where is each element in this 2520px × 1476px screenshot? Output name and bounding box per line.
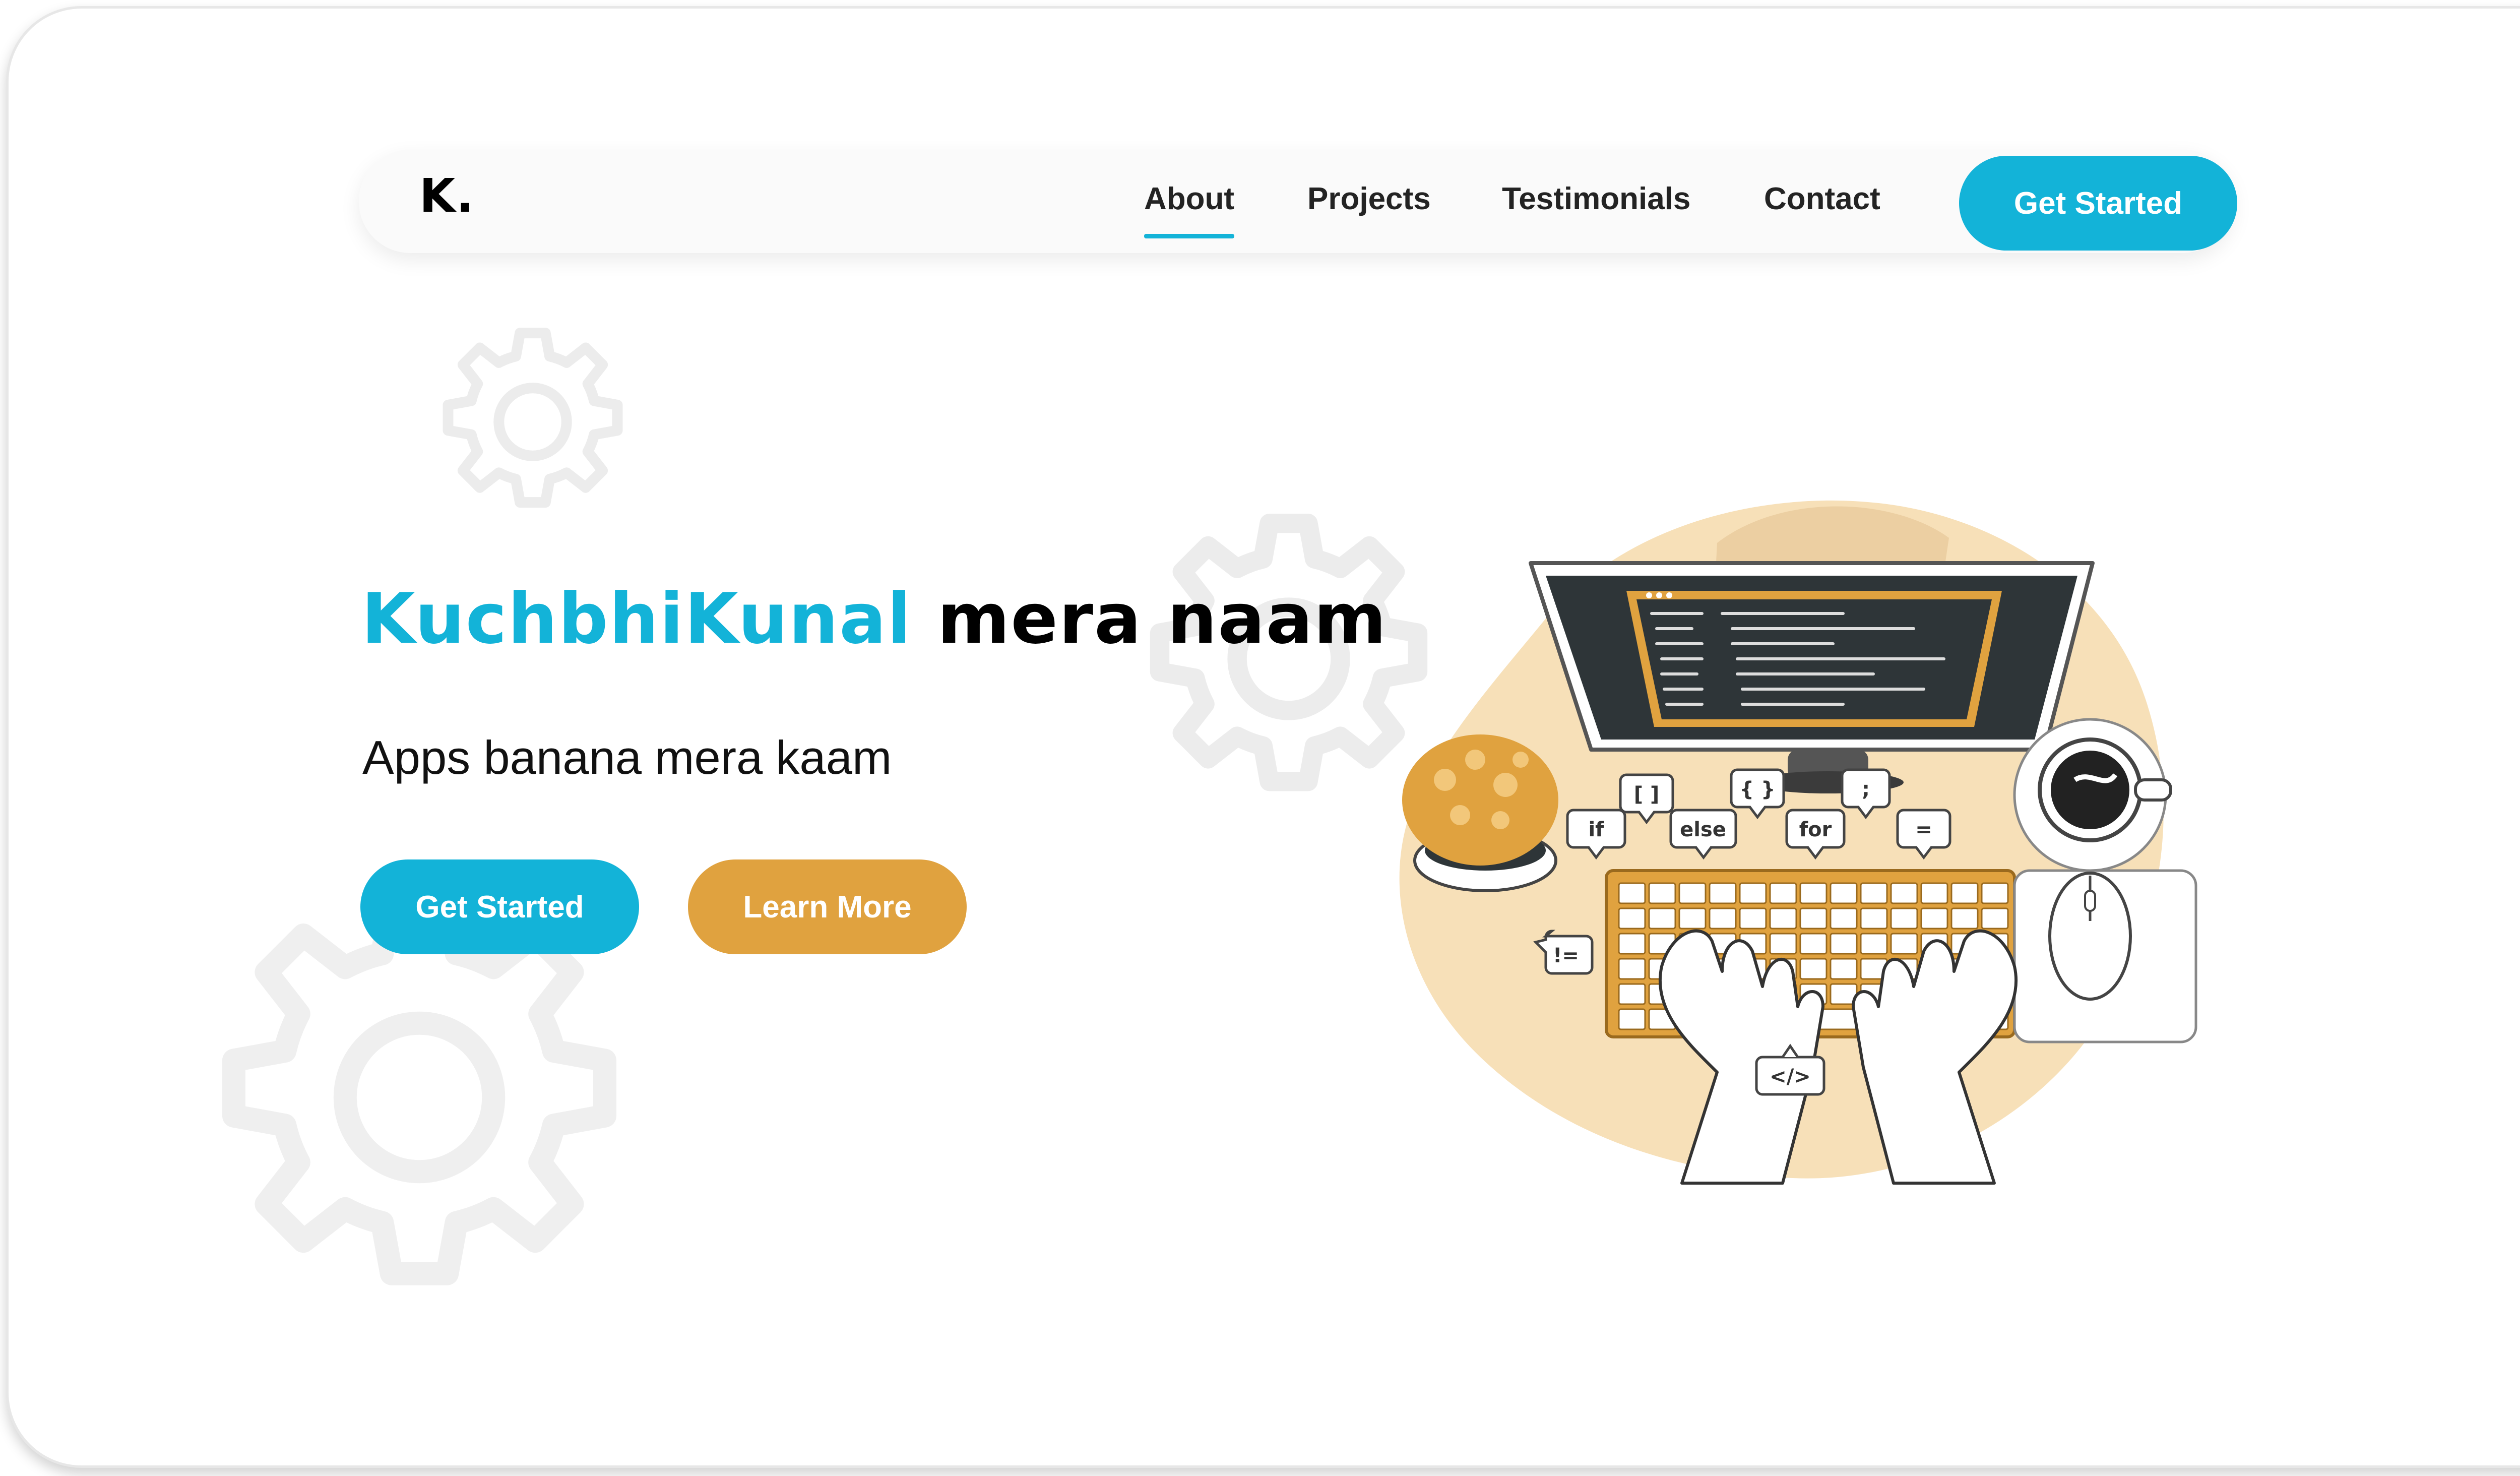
keyboard-key (1678, 882, 1707, 904)
keyboard-key (1648, 882, 1676, 904)
svg-text:else: else (1680, 818, 1726, 841)
keyboard-key (1709, 882, 1737, 904)
nav-link-label: Testimonials (1502, 181, 1691, 216)
keyboard-key (1890, 907, 1918, 930)
keyboard-key (1709, 907, 1737, 930)
keyboard-key (1950, 882, 1979, 904)
nav-get-started-button[interactable]: Get Started (1959, 156, 2237, 251)
svg-text:[ ]: [ ] (1634, 783, 1660, 806)
keyboard-key (1678, 907, 1707, 930)
keyboard-key (1860, 882, 1888, 904)
snack-bowl (1402, 734, 1558, 892)
keyboard-key (1860, 933, 1888, 955)
hero-title: KuchbhiKunal mera naam (361, 578, 1388, 659)
keyboard-key (1950, 907, 1979, 930)
keyboard-key (1769, 882, 1797, 904)
keyboard-key (1981, 907, 2009, 930)
page-frame: K. About Projects Testimonials Contact G… (6, 6, 2520, 1468)
svg-text:if: if (1588, 818, 1604, 841)
keyboard-key (1618, 1008, 1646, 1030)
active-nav-indicator (1144, 234, 1235, 238)
keyboard-key (1799, 882, 1828, 904)
keyboard-key (1799, 933, 1828, 955)
learn-more-button[interactable]: Learn More (688, 859, 967, 954)
nav-link-label: Contact (1764, 181, 1880, 216)
keyboard-key (1981, 882, 2009, 904)
nav-link-contact[interactable]: Contact (1764, 181, 1880, 217)
gear-icon (443, 328, 623, 508)
nav-link-label: Projects (1307, 181, 1431, 216)
svg-text:;: ; (1862, 778, 1870, 801)
hero-subtitle: Apps banana mera kaam (362, 731, 892, 784)
hero-get-started-button[interactable]: Get Started (360, 859, 639, 954)
keyboard-key (1618, 907, 1646, 930)
keyboard-key (1648, 907, 1676, 930)
keyboard-key (1830, 958, 1858, 980)
keyboard-key (1618, 882, 1646, 904)
keyboard-key (1830, 907, 1858, 930)
svg-text:{ }: { } (1740, 778, 1776, 801)
keyboard-key (1618, 983, 1646, 1005)
nav-link-projects[interactable]: Projects (1307, 181, 1431, 217)
keyboard-key (1920, 907, 1948, 930)
keyboard-key (1739, 907, 1767, 930)
svg-text:for: for (1799, 818, 1832, 841)
nav-link-label: About (1144, 181, 1235, 216)
mouse (2013, 869, 2197, 1043)
keyboard-key (1799, 958, 1828, 980)
keyboard-key (1618, 933, 1646, 955)
hero-title-accent: KuchbhiKunal (361, 578, 912, 659)
svg-text:=: = (1915, 818, 1932, 841)
svg-text:</>: </> (1770, 1065, 1811, 1088)
keyboard-key (1860, 907, 1888, 930)
keyboard-key (1799, 907, 1828, 930)
hero-title-rest: mera naam (937, 578, 1388, 659)
nav-link-testimonials[interactable]: Testimonials (1502, 181, 1690, 217)
developer-desk-illustration: if [ ] else { } for ; = != </> (1399, 500, 2197, 1185)
svg-text:!=: != (1553, 944, 1579, 967)
keyboard-key (1890, 882, 1918, 904)
navbar: K. About Projects Testimonials Contact G… (359, 150, 2237, 253)
nav-link-about[interactable]: About (1144, 181, 1235, 238)
keyboard-key (1739, 882, 1767, 904)
keyboard-key (1890, 933, 1918, 955)
keyboard-key (1830, 882, 1858, 904)
logo[interactable]: K. (419, 169, 475, 223)
keyboard-key (1769, 907, 1797, 930)
keyboard-key (1830, 933, 1858, 955)
keyboard-key (1920, 882, 1948, 904)
keyboard-key (1618, 958, 1646, 980)
keyboard-key (1769, 933, 1797, 955)
